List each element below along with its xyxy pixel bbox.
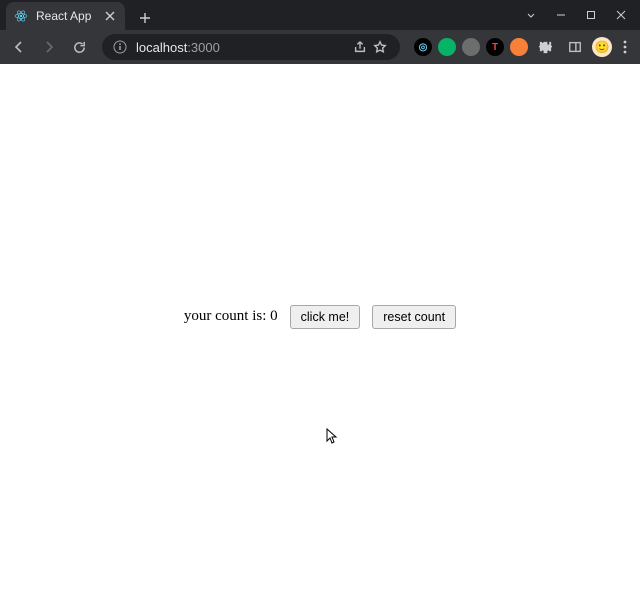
new-tab-button[interactable]	[133, 6, 157, 30]
url-port: :3000	[187, 40, 220, 55]
back-button[interactable]	[6, 34, 32, 60]
extension-icon[interactable]: ◎	[414, 38, 432, 56]
bookmark-star-icon[interactable]	[370, 34, 390, 60]
extension-icon[interactable]	[510, 38, 528, 56]
profile-avatar[interactable]: 🙂	[592, 37, 612, 57]
address-bar[interactable]: localhost:3000	[102, 34, 400, 60]
url-host: localhost	[136, 40, 187, 55]
browser-toolbar: localhost:3000 ◎T 🙂	[0, 30, 640, 64]
side-panel-icon[interactable]	[562, 34, 588, 60]
browser-window: React App localhost:3000	[0, 0, 640, 569]
extensions-puzzle-icon[interactable]	[532, 34, 558, 60]
extension-icon[interactable]	[438, 38, 456, 56]
extension-icon[interactable]: T	[486, 38, 504, 56]
extensions-area: ◎T	[414, 38, 528, 56]
reload-button[interactable]	[66, 34, 92, 60]
page-viewport: your count is: 0 click me! reset count	[0, 64, 640, 569]
counter-app: your count is: 0 click me! reset count	[184, 305, 456, 329]
browser-menu-icon[interactable]	[616, 38, 634, 56]
tab-active[interactable]: React App	[6, 2, 125, 30]
forward-button[interactable]	[36, 34, 62, 60]
count-label: your count is:	[184, 308, 270, 324]
maximize-icon[interactable]	[576, 0, 606, 30]
tab-title: React App	[36, 9, 91, 23]
url-text: localhost:3000	[136, 40, 220, 55]
count-display: your count is: 0	[184, 308, 278, 325]
click-me-button[interactable]: click me!	[290, 305, 361, 329]
share-icon[interactable]	[350, 34, 370, 60]
count-value: 0	[270, 308, 278, 324]
tab-close-icon[interactable]	[103, 9, 117, 23]
react-favicon-icon	[14, 9, 28, 23]
site-info-icon[interactable]	[112, 39, 128, 55]
extension-icon[interactable]	[462, 38, 480, 56]
minimize-icon[interactable]	[546, 0, 576, 30]
dropdown-icon[interactable]	[516, 0, 546, 30]
close-window-icon[interactable]	[606, 0, 636, 30]
reset-count-button[interactable]: reset count	[372, 305, 456, 329]
